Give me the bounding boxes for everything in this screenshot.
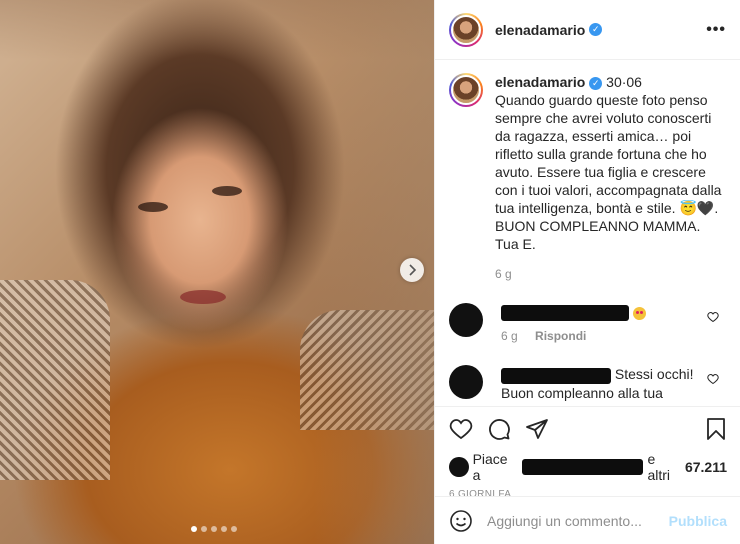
caption-body: elenadamario ✓ 30·06 Quando guardo queste…	[495, 73, 727, 283]
redacted-liker-name	[522, 459, 644, 475]
comment-age: 6 g	[501, 329, 518, 344]
photo-eye-left	[138, 202, 168, 212]
avatar[interactable]	[449, 73, 483, 107]
chevron-right-icon	[409, 264, 417, 276]
carousel-dot	[201, 526, 207, 532]
caption-date: 30·06	[606, 74, 642, 90]
like-comment-heart-icon[interactable]	[707, 311, 719, 323]
redacted-username	[501, 305, 629, 322]
comment-item: 6 g Rispondi	[435, 303, 740, 345]
caption: elenadamario ✓ 30·06 Quando guardo queste…	[435, 61, 740, 283]
photo-collar-left	[0, 280, 110, 480]
carousel-dot	[191, 526, 197, 532]
carousel-dot	[211, 526, 217, 532]
publish-button[interactable]: Pubblica	[669, 513, 727, 529]
redacted-liker-avatar	[449, 457, 469, 477]
carousel-dot	[221, 526, 227, 532]
comment-body: 6 g Rispondi	[501, 303, 711, 345]
add-comment-bar: Pubblica	[435, 496, 740, 544]
header-username[interactable]: elenadamario	[495, 22, 585, 38]
carousel-dot	[231, 526, 237, 532]
bookmark-icon[interactable]	[705, 417, 727, 441]
comment-meta: 6 g Rispondi	[501, 327, 711, 345]
heart-icon[interactable]	[449, 417, 473, 441]
emoji-smiley-icon[interactable]	[449, 509, 473, 533]
likes-prefix: Piace a	[472, 451, 508, 483]
avatar[interactable]	[449, 12, 483, 47]
likes-count[interactable]: 67.211	[685, 459, 727, 475]
comment-item: Stessi occhi! Buon compleanno alla tua m…	[435, 365, 740, 406]
comment-input[interactable]	[487, 512, 669, 529]
action-icons	[435, 407, 740, 451]
verified-badge-icon: ✓	[589, 23, 603, 36]
redacted-username	[501, 367, 611, 384]
comment-icon[interactable]	[487, 417, 511, 441]
comment-body: Stessi occhi! Buon compleanno alla tua m…	[501, 365, 711, 406]
reply-button[interactable]: Rispondi	[535, 329, 586, 343]
caption-text: Quando guardo queste foto penso sempre c…	[495, 92, 722, 252]
post-side-panel: elenadamario ✓ ••• elenadamario ✓ 30·06 Q…	[434, 0, 740, 544]
post-photo[interactable]	[0, 0, 434, 544]
caption-age: 6 g	[495, 267, 512, 281]
verified-badge-icon: ✓	[589, 76, 603, 90]
instagram-post: elenadamario ✓ ••• elenadamario ✓ 30·06 Q…	[0, 0, 740, 544]
redacted-avatar	[449, 303, 483, 337]
redacted-avatar	[449, 365, 483, 400]
likes-suffix: e altri	[647, 451, 671, 483]
comments-list[interactable]: elenadamario ✓ 30·06 Quando guardo queste…	[435, 61, 740, 406]
share-icon[interactable]	[525, 417, 549, 441]
photo-lips	[180, 290, 226, 304]
like-comment-heart-icon[interactable]	[707, 373, 719, 385]
likes-line: Piace a e altri 67.211	[435, 451, 740, 483]
heart-eyes-emoji-icon	[632, 306, 646, 320]
caption-username[interactable]: elenadamario	[495, 74, 585, 90]
carousel-next-button[interactable]	[400, 258, 424, 282]
photo-eye-right	[212, 186, 242, 196]
more-options-icon[interactable]: •••	[706, 21, 726, 39]
post-header: elenadamario ✓ •••	[435, 0, 740, 60]
carousel-dots	[191, 526, 237, 532]
post-actions: Piace a e altri 67.211 6 GIORNI FA	[435, 406, 740, 500]
